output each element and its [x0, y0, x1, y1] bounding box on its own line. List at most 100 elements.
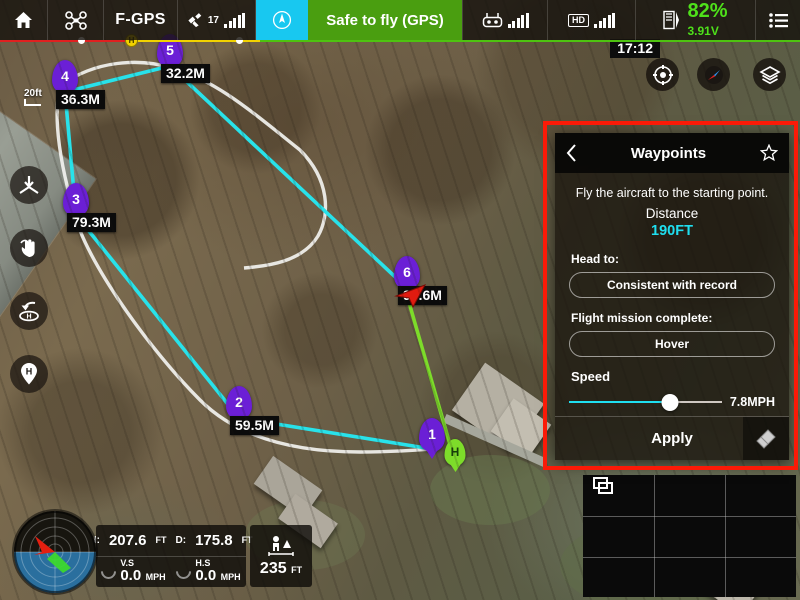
satellite-icon: [188, 12, 202, 27]
pilot-distance-panel: 235 FT: [250, 525, 312, 587]
video-signal-button[interactable]: HD: [548, 0, 636, 40]
distance-value: 190FT: [651, 222, 693, 239]
hand-tap-icon: [20, 239, 35, 257]
vs-unit: MPH: [145, 572, 166, 583]
distance-key: D:: [175, 534, 187, 546]
pilot-distance-unit: FT: [291, 564, 303, 575]
map-scale: 20ft: [24, 88, 42, 106]
status-banner[interactable]: Safe to fly (GPS): [308, 0, 462, 40]
person-distance-icon: [268, 535, 294, 556]
distance-value: 175.8: [195, 531, 233, 549]
home-point-button[interactable]: H: [10, 355, 48, 393]
hs-gauge-icon: [173, 561, 195, 583]
waypoint-number: 2: [235, 393, 243, 410]
landing-button[interactable]: [10, 166, 48, 204]
telemetry-speed-row: V.S 0.0 MPH H.S 0.0 MPH: [96, 557, 246, 588]
flight-mode-label: F-GPS: [115, 11, 166, 28]
waypoints-panel: Waypoints Fly the aircraft to the starti…: [555, 133, 789, 460]
waypoints-panel-body: Fly the aircraft to the starting point. …: [555, 173, 789, 411]
waypoint-number: 4: [61, 67, 69, 84]
battery-percent: 82%: [687, 0, 728, 22]
telemetry-altitude-row: H: 207.6 FT D: 175.8 FT: [89, 525, 253, 557]
svg-text:H: H: [26, 367, 33, 377]
head-to-select[interactable]: Consistent with record: [569, 271, 775, 298]
picture-in-picture-icon: [592, 476, 613, 494]
waypoint-number: 6: [403, 263, 411, 280]
head-to-label: Head to:: [571, 251, 619, 266]
mission-complete-label: Flight mission complete:: [571, 310, 713, 325]
tap-fly-button[interactable]: [10, 229, 48, 267]
home-icon: [15, 12, 32, 28]
hd-badge: HD: [568, 13, 589, 27]
svg-text:H: H: [26, 314, 31, 321]
star-icon[interactable]: [760, 144, 778, 162]
waypoint-marker[interactable]: 6 97.6M: [394, 256, 447, 305]
building: [451, 362, 545, 452]
home-label: H: [450, 444, 460, 459]
center-map-button[interactable]: [646, 58, 679, 91]
mission-complete-value: Hover: [654, 336, 689, 351]
rc-signal-button[interactable]: [462, 0, 548, 40]
remote-controller-icon: [482, 13, 502, 28]
driveway: [442, 414, 548, 467]
hs-unit: MPH: [220, 572, 241, 583]
drone-arrow-icon: [394, 284, 427, 309]
attitude-radar-indicator[interactable]: [14, 511, 96, 593]
battery-button[interactable]: 82% 3.91V: [636, 0, 756, 40]
list-menu-icon: [768, 12, 788, 28]
distance-label: Distance: [645, 205, 699, 221]
map-layers-icon: [758, 65, 781, 84]
waypoint-pin: 4: [52, 60, 78, 94]
height-value: 207.6: [108, 531, 147, 549]
gps-signal-bars: [224, 12, 245, 28]
waypoint-pin: 3: [63, 183, 89, 217]
waypoint-altitude: 59.5M: [230, 416, 279, 435]
waypoint-pin: 2: [226, 386, 252, 420]
waypoint-marker[interactable]: 1: [419, 418, 445, 452]
telemetry-panel: H: 207.6 FT D: 175.8 FT V.S 0.0 MPH H.S …: [89, 525, 253, 588]
settings-menu-button[interactable]: [756, 0, 800, 40]
compass-button[interactable]: [697, 58, 730, 91]
battery-icon: [663, 10, 680, 30]
compass-icon: [704, 65, 723, 84]
lawn: [430, 455, 550, 525]
status-text: Safe to fly (GPS): [326, 11, 444, 29]
back-chevron-icon[interactable]: [566, 144, 577, 162]
rth-indicator[interactable]: [256, 0, 308, 40]
waypoints-panel-header: Waypoints: [555, 133, 789, 173]
waypoint-marker[interactable]: 2 59.5M: [226, 386, 279, 435]
mission-complete-select[interactable]: Hover: [569, 330, 775, 357]
aircraft-status-button[interactable]: [48, 0, 104, 40]
speed-label: Speed: [571, 368, 611, 384]
erase-mission-button[interactable]: [743, 417, 789, 460]
home-point-marker[interactable]: H: [444, 439, 466, 466]
drone-icon: [64, 10, 87, 30]
map-layers-button[interactable]: [753, 58, 786, 91]
speed-slider[interactable]: [569, 393, 722, 411]
hs-value: 0.0: [195, 567, 217, 585]
battery-voltage: 3.91V: [687, 23, 719, 38]
return-home-arrow-icon: H: [19, 301, 39, 322]
gps-status-button[interactable]: 17: [178, 0, 256, 40]
waypoint-altitude: 79.3M: [67, 213, 116, 232]
map-scale-tick: [24, 99, 41, 106]
return-to-home-button[interactable]: H: [10, 292, 48, 330]
eraser-icon: [756, 429, 776, 449]
waypoint-pin: 1: [419, 418, 445, 452]
home-button[interactable]: [0, 0, 48, 40]
horizontal-speed-cell: H.S 0.0 MPH: [171, 558, 246, 585]
video-signal-bars: [594, 12, 615, 28]
waypoints-panel-footer: Apply: [555, 416, 789, 460]
speed-value: 7.8MPH: [729, 394, 775, 409]
building: [490, 398, 552, 458]
slider-thumb[interactable]: [661, 393, 679, 411]
apply-button[interactable]: Apply: [651, 430, 693, 447]
flight-mode-button[interactable]: F-GPS: [104, 0, 178, 40]
waypoint-marker[interactable]: 4 36.3M: [52, 60, 105, 109]
panel-title: Waypoints: [630, 144, 707, 162]
vs-gauge-icon: [98, 561, 120, 583]
waypoint-marker[interactable]: 3 79.3M: [63, 183, 116, 232]
top-status-bar: F-GPS 17 Safe to fly (GPS) HD 82% 3.91V: [0, 0, 800, 40]
picture-in-picture-button[interactable]: [586, 472, 620, 500]
satellite-count: 17: [207, 14, 219, 26]
